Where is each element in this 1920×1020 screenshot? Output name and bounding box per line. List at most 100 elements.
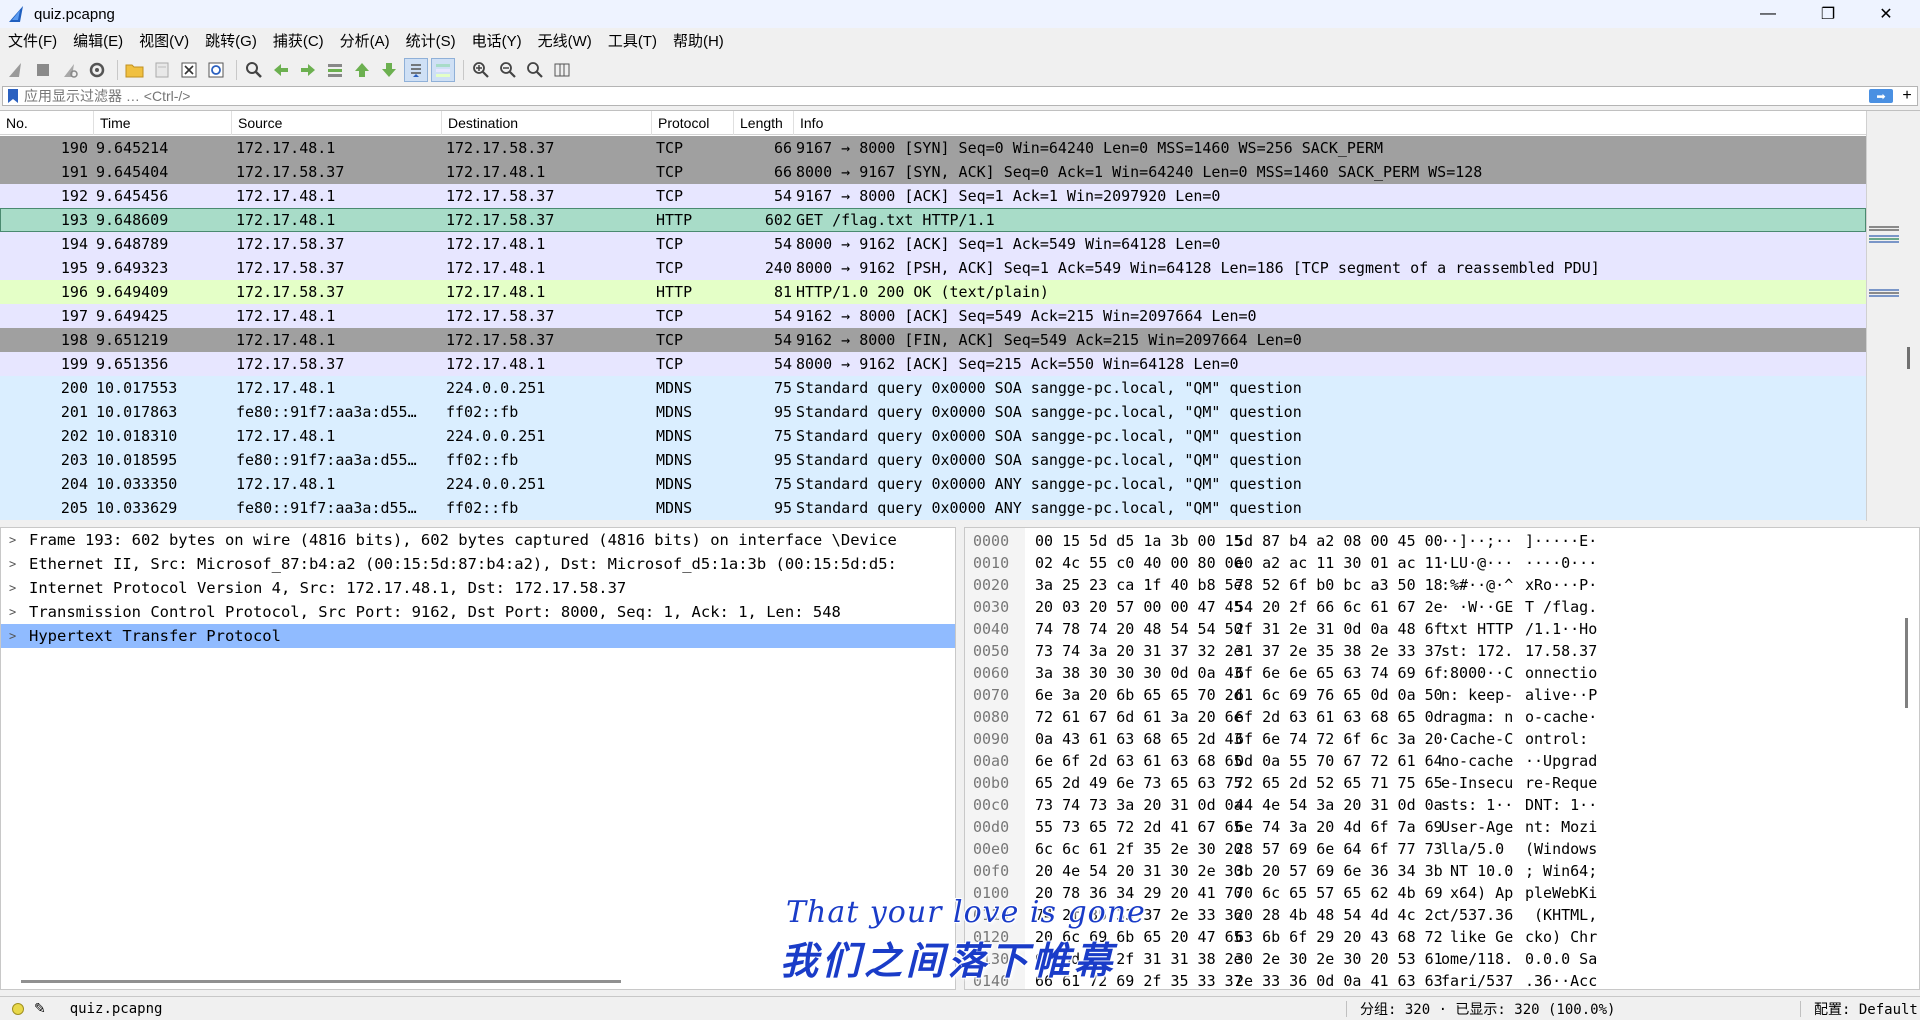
colorize-icon[interactable] xyxy=(431,58,455,82)
last-packet-icon[interactable] xyxy=(377,58,401,82)
packet-cell-len: 95 xyxy=(773,451,792,469)
menu-statistics[interactable]: 统计(S) xyxy=(398,30,464,54)
maximize-button[interactable]: ❐ xyxy=(1800,0,1856,28)
minimize-button[interactable]: — xyxy=(1740,0,1796,28)
bytes-scrollbar[interactable] xyxy=(1905,618,1908,708)
hex-a1: :%#··@·^ xyxy=(1441,576,1514,594)
restart-capture-icon[interactable] xyxy=(58,58,82,82)
capture-options-icon[interactable] xyxy=(85,58,109,82)
packet-row[interactable]: 194 9.648789 172.17.58.37 172.17.48.1 TCP 54 8… xyxy=(0,232,1866,256)
column-header-length[interactable]: Length xyxy=(734,111,794,135)
detail-ethernet[interactable]: > Ethernet II, Src: Microsof_87:b4:a2 (00… xyxy=(1,552,955,576)
hex-row[interactable]: 0010 02 4c 55 c0 40 00 80 06 e0 a2 ac 11 3… xyxy=(965,552,1901,574)
expand-arrow-icon[interactable]: > xyxy=(9,528,16,552)
expert-info-indicator-icon[interactable] xyxy=(12,1002,24,1015)
column-header-protocol[interactable]: Protocol xyxy=(652,111,734,135)
expand-arrow-icon[interactable]: > xyxy=(9,576,16,600)
go-forward-icon[interactable] xyxy=(296,58,320,82)
packet-row[interactable]: 201 10.017863 fe80::91f7:aa3a:d55… ff02::fb… xyxy=(0,400,1866,424)
details-horizontal-scrollbar[interactable] xyxy=(21,980,621,983)
start-capture-icon[interactable] xyxy=(4,58,28,82)
detail-tcp[interactable]: > Transmission Control Protocol, Src Port… xyxy=(1,600,955,624)
hex-row[interactable]: 0090 0a 43 61 63 68 65 2d 43 6f 6e 74 72 6… xyxy=(965,728,1901,750)
packet-row[interactable]: 195 9.649323 172.17.58.37 172.17.48.1 TCP 240… xyxy=(0,256,1866,280)
packet-cell-dst: 172.17.48.1 xyxy=(446,235,546,253)
hex-row[interactable]: 00f0 20 4e 54 20 31 30 2e 30 3b 20 57 69 6… xyxy=(965,860,1901,882)
normal-size-icon[interactable] xyxy=(523,58,547,82)
packet-row[interactable]: 193 9.648609 172.17.48.1 172.17.58.37 HTTP 60… xyxy=(0,208,1866,232)
hex-row[interactable]: 0030 20 03 20 57 00 00 47 45 54 20 2f 66 6… xyxy=(965,596,1901,618)
packet-row[interactable]: 196 9.649409 172.17.58.37 172.17.48.1 HTTP 81… xyxy=(0,280,1866,304)
bookmark-icon[interactable] xyxy=(6,88,20,104)
packet-row[interactable]: 199 9.651356 172.17.58.37 172.17.48.1 TCP 54 8… xyxy=(0,352,1866,376)
edit-comment-icon[interactable]: ✎ xyxy=(34,1000,46,1017)
hex-row[interactable]: 00c0 73 74 73 3a 20 31 0d 0a 44 4e 54 3a 2… xyxy=(965,794,1901,816)
go-back-icon[interactable] xyxy=(269,58,293,82)
close-button[interactable]: ✕ xyxy=(1858,0,1914,28)
menu-tools[interactable]: 工具(T) xyxy=(600,30,665,54)
menu-file[interactable]: 文件(F) xyxy=(0,30,65,54)
autoscroll-icon[interactable] xyxy=(404,58,428,82)
hex-row[interactable]: 00d0 55 73 65 72 2d 41 67 65 6e 74 3a 20 4… xyxy=(965,816,1901,838)
menu-go[interactable]: 跳转(G) xyxy=(197,30,265,54)
packet-row[interactable]: 204 10.033350 172.17.48.1 224.0.0.251 MDNS 75… xyxy=(0,472,1866,496)
zoom-out-icon[interactable] xyxy=(496,58,520,82)
expand-arrow-icon[interactable]: > xyxy=(9,624,16,648)
hex-row[interactable]: 0060 3a 38 30 30 30 0d 0a 43 6f 6e 6e 65 6… xyxy=(965,662,1901,684)
menu-edit[interactable]: 编辑(E) xyxy=(65,30,131,54)
hex-row[interactable]: 00e0 6c 6c 61 2f 35 2e 30 20 28 57 69 6e 6… xyxy=(965,838,1901,860)
status-profile[interactable]: 配置: Default xyxy=(1814,999,1918,1019)
packet-row[interactable]: 203 10.018595 fe80::91f7:aa3a:d55… ff02::fb… xyxy=(0,448,1866,472)
menu-wireless[interactable]: 无线(W) xyxy=(530,30,600,54)
detail-frame[interactable]: > Frame 193: 602 bytes on wire (4816 bits… xyxy=(1,528,955,552)
column-header-source[interactable]: Source xyxy=(232,111,442,135)
apply-filter-arrow-icon[interactable]: ➡ xyxy=(1869,89,1893,103)
expand-arrow-icon[interactable]: > xyxy=(9,552,16,576)
menu-analyze[interactable]: 分析(A) xyxy=(332,30,398,54)
save-file-icon[interactable] xyxy=(150,58,174,82)
hex-row[interactable]: 0050 73 74 3a 20 31 37 32 2e 31 37 2e 35 3… xyxy=(965,640,1901,662)
hex-row[interactable]: 0040 74 78 74 20 48 54 54 50 2f 31 2e 31 0… xyxy=(965,618,1901,640)
column-header-info[interactable]: Info xyxy=(794,111,1866,135)
hex-row[interactable]: 0020 3a 25 23 ca 1f 40 b8 5e 78 52 6f b0 b… xyxy=(965,574,1901,596)
first-packet-icon[interactable] xyxy=(350,58,374,82)
packet-row[interactable]: 191 9.645404 172.17.58.37 172.17.48.1 TCP 66 8… xyxy=(0,160,1866,184)
hex-row[interactable]: 00a0 6e 6f 2d 63 61 63 68 65 0d 0a 55 70 6… xyxy=(965,750,1901,772)
packet-row[interactable]: 198 9.651219 172.17.48.1 172.17.58.37 TCP 54 9… xyxy=(0,328,1866,352)
go-to-packet-icon[interactable] xyxy=(323,58,347,82)
packet-row[interactable]: 202 10.018310 172.17.48.1 224.0.0.251 MDNS 75… xyxy=(0,424,1866,448)
menu-telephony[interactable]: 电话(Y) xyxy=(464,30,530,54)
packet-cell-time: 9.649323 xyxy=(96,259,169,277)
packet-row[interactable]: 190 9.645214 172.17.48.1 172.17.58.37 TCP 66 9… xyxy=(0,136,1866,160)
hex-row[interactable]: 0080 72 61 67 6d 61 3a 20 6e 6f 2d 63 61 6… xyxy=(965,706,1901,728)
hex-a1: x64) Ap xyxy=(1441,884,1514,902)
hex-row[interactable]: 0070 6e 3a 20 6b 65 65 70 2d 61 6c 69 76 6… xyxy=(965,684,1901,706)
menu-view[interactable]: 视图(V) xyxy=(131,30,197,54)
menu-capture[interactable]: 捕获(C) xyxy=(265,30,332,54)
packet-cell-proto: TCP xyxy=(656,163,684,181)
packet-row[interactable]: 192 9.645456 172.17.48.1 172.17.58.37 TCP 54 9… xyxy=(0,184,1866,208)
add-filter-button[interactable]: + xyxy=(1897,87,1917,105)
packet-row[interactable]: 205 10.033629 fe80::91f7:aa3a:d55… ff02::fb… xyxy=(0,496,1866,520)
expand-arrow-icon[interactable]: > xyxy=(9,600,16,624)
close-file-icon[interactable] xyxy=(177,58,201,82)
menu-help[interactable]: 帮助(H) xyxy=(665,30,732,54)
open-file-icon[interactable] xyxy=(123,58,147,82)
scrollbar-thumb[interactable] xyxy=(1907,347,1910,369)
find-packet-icon[interactable] xyxy=(242,58,266,82)
resize-columns-icon[interactable] xyxy=(550,58,574,82)
zoom-in-icon[interactable] xyxy=(469,58,493,82)
reload-file-icon[interactable] xyxy=(204,58,228,82)
packet-list-scrollbar[interactable] xyxy=(1866,111,1920,521)
stop-capture-icon[interactable] xyxy=(31,58,55,82)
detail-http[interactable]: > Hypertext Transfer Protocol xyxy=(1,624,955,648)
hex-row[interactable]: 0000 00 15 5d d5 1a 3b 00 15 5d 87 b4 a2 0… xyxy=(965,530,1901,552)
packet-row[interactable]: 200 10.017553 172.17.48.1 224.0.0.251 MDNS 75… xyxy=(0,376,1866,400)
column-header-no[interactable]: No. xyxy=(0,111,94,135)
hex-row[interactable]: 00b0 65 2d 49 6e 73 65 63 75 72 65 2d 52 6… xyxy=(965,772,1901,794)
column-header-time[interactable]: Time xyxy=(94,111,232,135)
display-filter-input[interactable] xyxy=(20,87,1869,105)
column-header-destination[interactable]: Destination xyxy=(442,111,652,135)
packet-row[interactable]: 197 9.649425 172.17.48.1 172.17.58.37 TCP 54 9… xyxy=(0,304,1866,328)
detail-ipv4[interactable]: > Internet Protocol Version 4, Src: 172.1… xyxy=(1,576,955,600)
